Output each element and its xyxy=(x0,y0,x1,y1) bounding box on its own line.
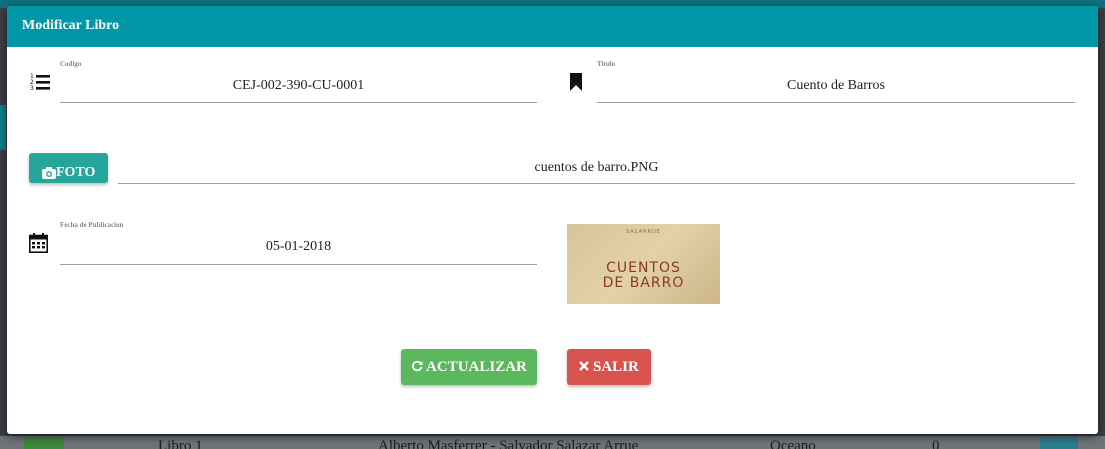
titulo-value: Cuento de Barros xyxy=(787,78,885,93)
codigo-value: CEJ-002-390-CU-0001 xyxy=(232,78,365,93)
update-button-label: ACTUALIZAR xyxy=(426,359,527,375)
fecha-underline xyxy=(60,264,537,265)
background-table-row: Libro 1 Alberto Masferrer - Salvador Sal… xyxy=(0,436,1105,449)
fecha-label: Fecha de Publicacion xyxy=(60,221,124,229)
cover-title-line2: DE BARRO xyxy=(602,275,685,291)
codigo-underline xyxy=(60,102,537,103)
background-cell-title: Libro 1 xyxy=(158,438,203,449)
exit-button-label: SALIR xyxy=(592,359,639,375)
background-cell-count: 0 xyxy=(932,438,940,449)
titulo-underline xyxy=(597,102,1075,103)
refresh-icon xyxy=(412,360,423,372)
background-side-accent xyxy=(0,105,6,150)
titulo-label: Titulo xyxy=(597,60,616,68)
modify-book-modal: Modificar Libro 1 2 3 Codigo CEJ-002-390… xyxy=(7,6,1098,434)
foto-file-field[interactable]: cuentos de barro.PNG xyxy=(118,142,1075,184)
modal-title: Modificar Libro xyxy=(22,18,120,33)
close-icon xyxy=(579,361,590,371)
foto-file-underline xyxy=(118,183,1075,184)
svg-text:3: 3 xyxy=(30,85,34,92)
fecha-value: 05-01-2018 xyxy=(265,239,332,254)
cover-author: SALARRUE xyxy=(626,229,661,235)
foto-button[interactable]: FOTO xyxy=(29,153,108,183)
modal-header: Modificar Libro xyxy=(7,6,1098,47)
bookmark-icon xyxy=(570,73,582,91)
camera-icon xyxy=(42,167,56,179)
calendar-icon xyxy=(29,233,48,253)
numbered-list-icon: 1 2 3 xyxy=(30,73,50,92)
background-cell-publisher: Oceano xyxy=(770,438,816,449)
background-cell-author: Alberto Masferrer - Salvador Salazar Arr… xyxy=(378,438,639,449)
book-cover-image: SALARRUE CUENTOS DE BARRO xyxy=(567,224,720,304)
fecha-field[interactable]: Fecha de Publicacion 05-01-2018 xyxy=(60,221,537,265)
cover-title-line1: CUENTOS xyxy=(606,260,681,276)
background-action-button xyxy=(1040,437,1078,449)
codigo-field[interactable]: Codigo CEJ-002-390-CU-0001 xyxy=(60,60,537,103)
background-edit-button xyxy=(24,437,64,449)
foto-file-name: cuentos de barro.PNG xyxy=(534,160,659,175)
update-button[interactable]: ACTUALIZAR xyxy=(401,349,537,385)
titulo-field[interactable]: Titulo Cuento de Barros xyxy=(597,60,1075,103)
exit-button[interactable]: SALIR xyxy=(567,349,651,385)
foto-button-label: FOTO xyxy=(56,165,96,180)
codigo-label: Codigo xyxy=(60,60,82,68)
